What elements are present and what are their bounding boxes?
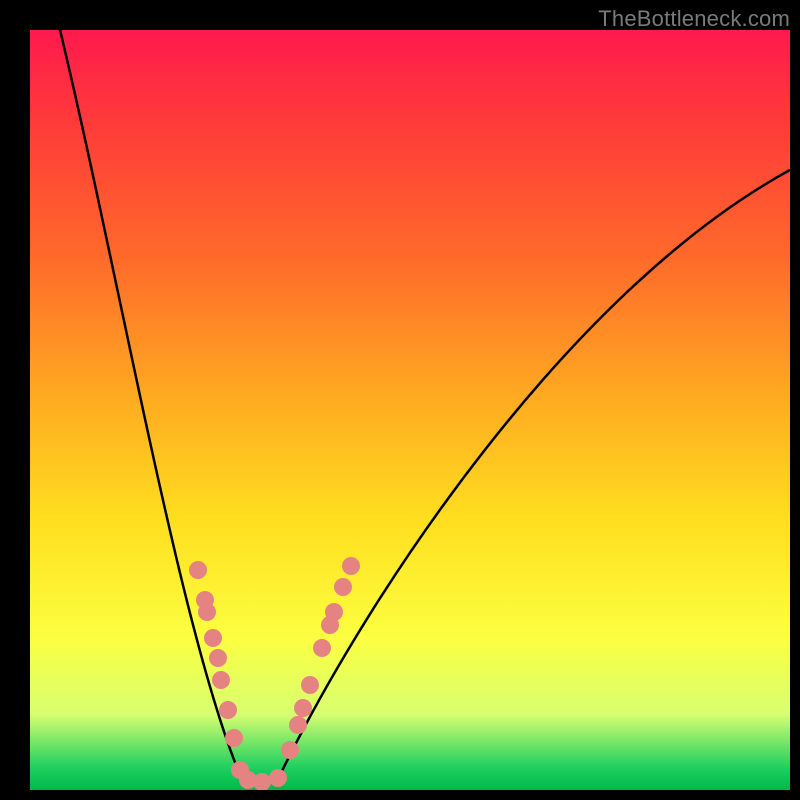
data-marker xyxy=(342,557,360,575)
data-marker xyxy=(225,729,243,747)
data-marker xyxy=(219,701,237,719)
marker-group-left xyxy=(189,561,271,790)
data-marker xyxy=(204,629,222,647)
data-marker xyxy=(289,716,307,734)
data-marker xyxy=(325,603,343,621)
data-marker xyxy=(189,561,207,579)
data-marker xyxy=(269,769,287,787)
data-marker xyxy=(209,649,227,667)
data-marker xyxy=(294,699,312,717)
data-marker xyxy=(198,603,216,621)
marker-group-right xyxy=(269,557,360,787)
data-marker xyxy=(313,639,331,657)
data-marker xyxy=(301,676,319,694)
data-marker xyxy=(281,741,299,759)
data-marker xyxy=(334,578,352,596)
chart-svg xyxy=(30,30,790,790)
data-marker xyxy=(212,671,230,689)
bottleneck-curve xyxy=(60,30,790,783)
watermark-text: TheBottleneck.com xyxy=(598,6,790,32)
